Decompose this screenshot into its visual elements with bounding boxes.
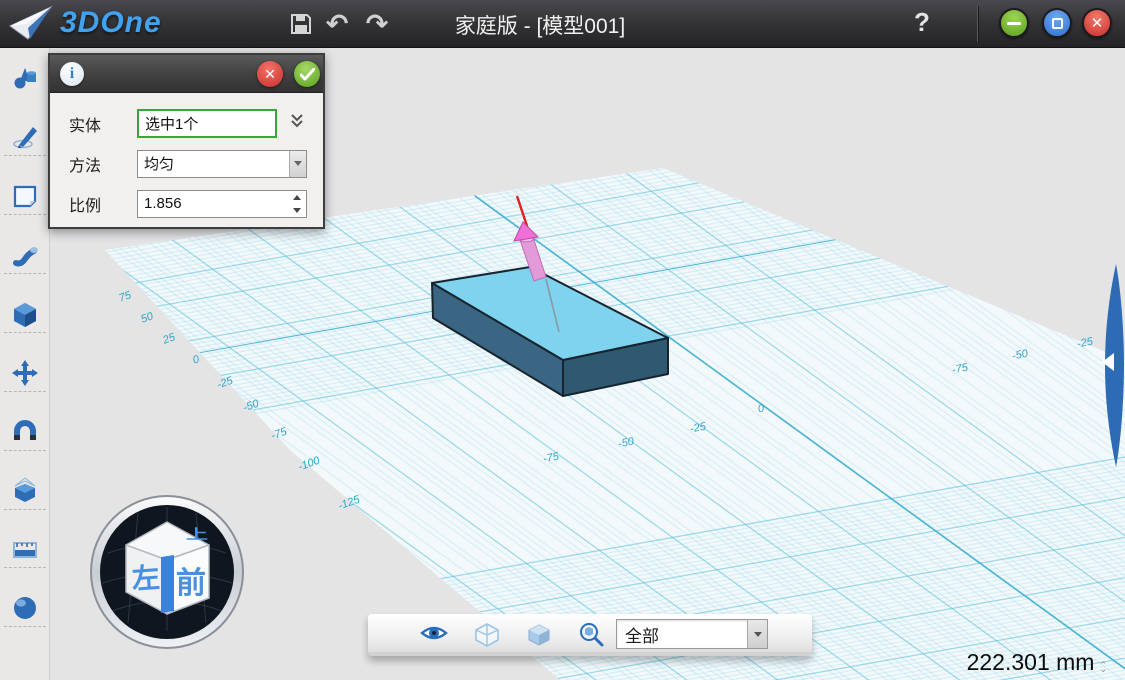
close-button[interactable]: ✕ bbox=[1082, 8, 1112, 38]
chevron-down-icon: ⌄ bbox=[1099, 667, 1107, 671]
primitive-solids-icon[interactable] bbox=[11, 64, 39, 92]
paper-plane-icon bbox=[8, 4, 54, 42]
display-filter-value: 全部 bbox=[617, 622, 747, 647]
redo-icon[interactable]: ↷ bbox=[360, 8, 394, 40]
app-window: 3DOne ↶ ↷ 家庭版 - [模型001] ? ✕ bbox=[0, 0, 1125, 680]
move-tool-icon[interactable] bbox=[11, 359, 39, 387]
sketch-plane-icon[interactable] bbox=[11, 182, 39, 210]
visibility-eye-icon[interactable] bbox=[420, 622, 446, 646]
cube-face-left: 左 bbox=[131, 562, 161, 595]
grid-axis-label: -25 bbox=[215, 375, 234, 392]
sidebar-divider bbox=[4, 332, 46, 333]
grid-axis-label: 25 bbox=[161, 331, 177, 346]
save-icon[interactable] bbox=[284, 8, 318, 40]
cancel-button[interactable]: ✕ bbox=[257, 61, 283, 87]
view-navigation-cube[interactable]: 上 左 前 bbox=[88, 493, 246, 651]
confirm-button[interactable] bbox=[294, 61, 320, 87]
solid-feature-icon[interactable] bbox=[11, 300, 39, 328]
cube-face-top: 上 bbox=[186, 526, 208, 542]
sidebar-divider bbox=[4, 155, 46, 156]
cube-edge-highlight bbox=[161, 555, 174, 613]
info-icon: i bbox=[60, 62, 84, 86]
tool-sidebar bbox=[0, 48, 50, 680]
dropdown-arrow-button[interactable] bbox=[289, 151, 306, 177]
expand-chevrons-icon[interactable] bbox=[289, 113, 305, 134]
measurement-readout: 222.301 mm ⌃ ⌄ bbox=[967, 649, 1107, 676]
scale-spinner[interactable]: 1.856 bbox=[137, 190, 307, 218]
app-logo: 3DOne bbox=[8, 4, 162, 42]
sidebar-divider bbox=[4, 273, 46, 274]
logo-text: 3DOne bbox=[60, 6, 162, 40]
check-icon bbox=[300, 68, 315, 81]
assembly-magnet-icon[interactable] bbox=[11, 417, 39, 445]
zoom-magnifier-icon[interactable] bbox=[578, 622, 604, 646]
display-toolbar: 全部 bbox=[368, 614, 812, 656]
grid-axis-label: 75 bbox=[117, 289, 133, 304]
display-filter-dropdown[interactable]: 全部 bbox=[616, 619, 768, 649]
minimize-button[interactable] bbox=[999, 8, 1029, 38]
cube-face-front: 前 bbox=[176, 567, 206, 600]
title-bar: 3DOne ↶ ↷ 家庭版 - [模型001] ? ✕ bbox=[0, 0, 1125, 48]
spin-up-button[interactable] bbox=[288, 191, 306, 204]
scale-field-label: 比例 bbox=[69, 192, 137, 216]
chevron-down-icon bbox=[294, 161, 302, 166]
dropdown-arrow-button[interactable] bbox=[747, 620, 767, 648]
undo-icon[interactable]: ↶ bbox=[320, 8, 354, 40]
scale-dialog: i ✕ 实体 方法 bbox=[48, 53, 325, 229]
wireframe-cube-icon[interactable] bbox=[474, 622, 500, 646]
measurement-spinner[interactable]: ⌃ ⌄ bbox=[1099, 655, 1107, 671]
grid-axis-line-v bbox=[461, 186, 1125, 680]
sidebar-divider bbox=[4, 567, 46, 568]
spin-down-button[interactable] bbox=[288, 204, 306, 217]
method-value: 均匀 bbox=[138, 153, 289, 174]
maximize-button[interactable] bbox=[1042, 8, 1072, 38]
titlebar-separator bbox=[977, 6, 978, 42]
measure-tool-icon[interactable] bbox=[11, 535, 39, 563]
sketch-pen-icon[interactable] bbox=[11, 123, 39, 151]
method-dropdown[interactable]: 均匀 bbox=[137, 150, 307, 178]
dialog-body: 实体 方法 均匀 比例 bbox=[50, 93, 323, 218]
scale-value: 1.856 bbox=[138, 195, 288, 212]
grid-axis-label: 50 bbox=[139, 310, 155, 325]
sidebar-divider bbox=[4, 450, 46, 451]
sidebar-divider bbox=[4, 391, 46, 392]
sidebar-divider bbox=[4, 214, 46, 215]
grid-axis-label: -125 bbox=[337, 494, 362, 513]
window-title: 家庭版 - [模型001] bbox=[400, 10, 680, 40]
sweep-feature-icon[interactable] bbox=[11, 241, 39, 269]
sidebar-divider bbox=[4, 626, 46, 627]
combine-tool-icon[interactable] bbox=[11, 476, 39, 504]
entity-input[interactable] bbox=[137, 109, 277, 138]
method-field-label: 方法 bbox=[69, 152, 137, 176]
sidebar-divider bbox=[4, 509, 46, 510]
flyout-tab[interactable] bbox=[1090, 258, 1125, 473]
measurement-value: 222.301 mm bbox=[967, 649, 1095, 676]
grid-axis-label: 0 bbox=[191, 353, 201, 366]
help-button[interactable]: ? bbox=[905, 7, 939, 38]
dialog-header[interactable]: i ✕ bbox=[50, 55, 323, 93]
shaded-cube-icon[interactable] bbox=[526, 622, 552, 646]
entity-field-label: 实体 bbox=[69, 112, 137, 136]
material-sphere-icon[interactable] bbox=[11, 594, 39, 622]
chevron-down-icon bbox=[754, 632, 762, 637]
